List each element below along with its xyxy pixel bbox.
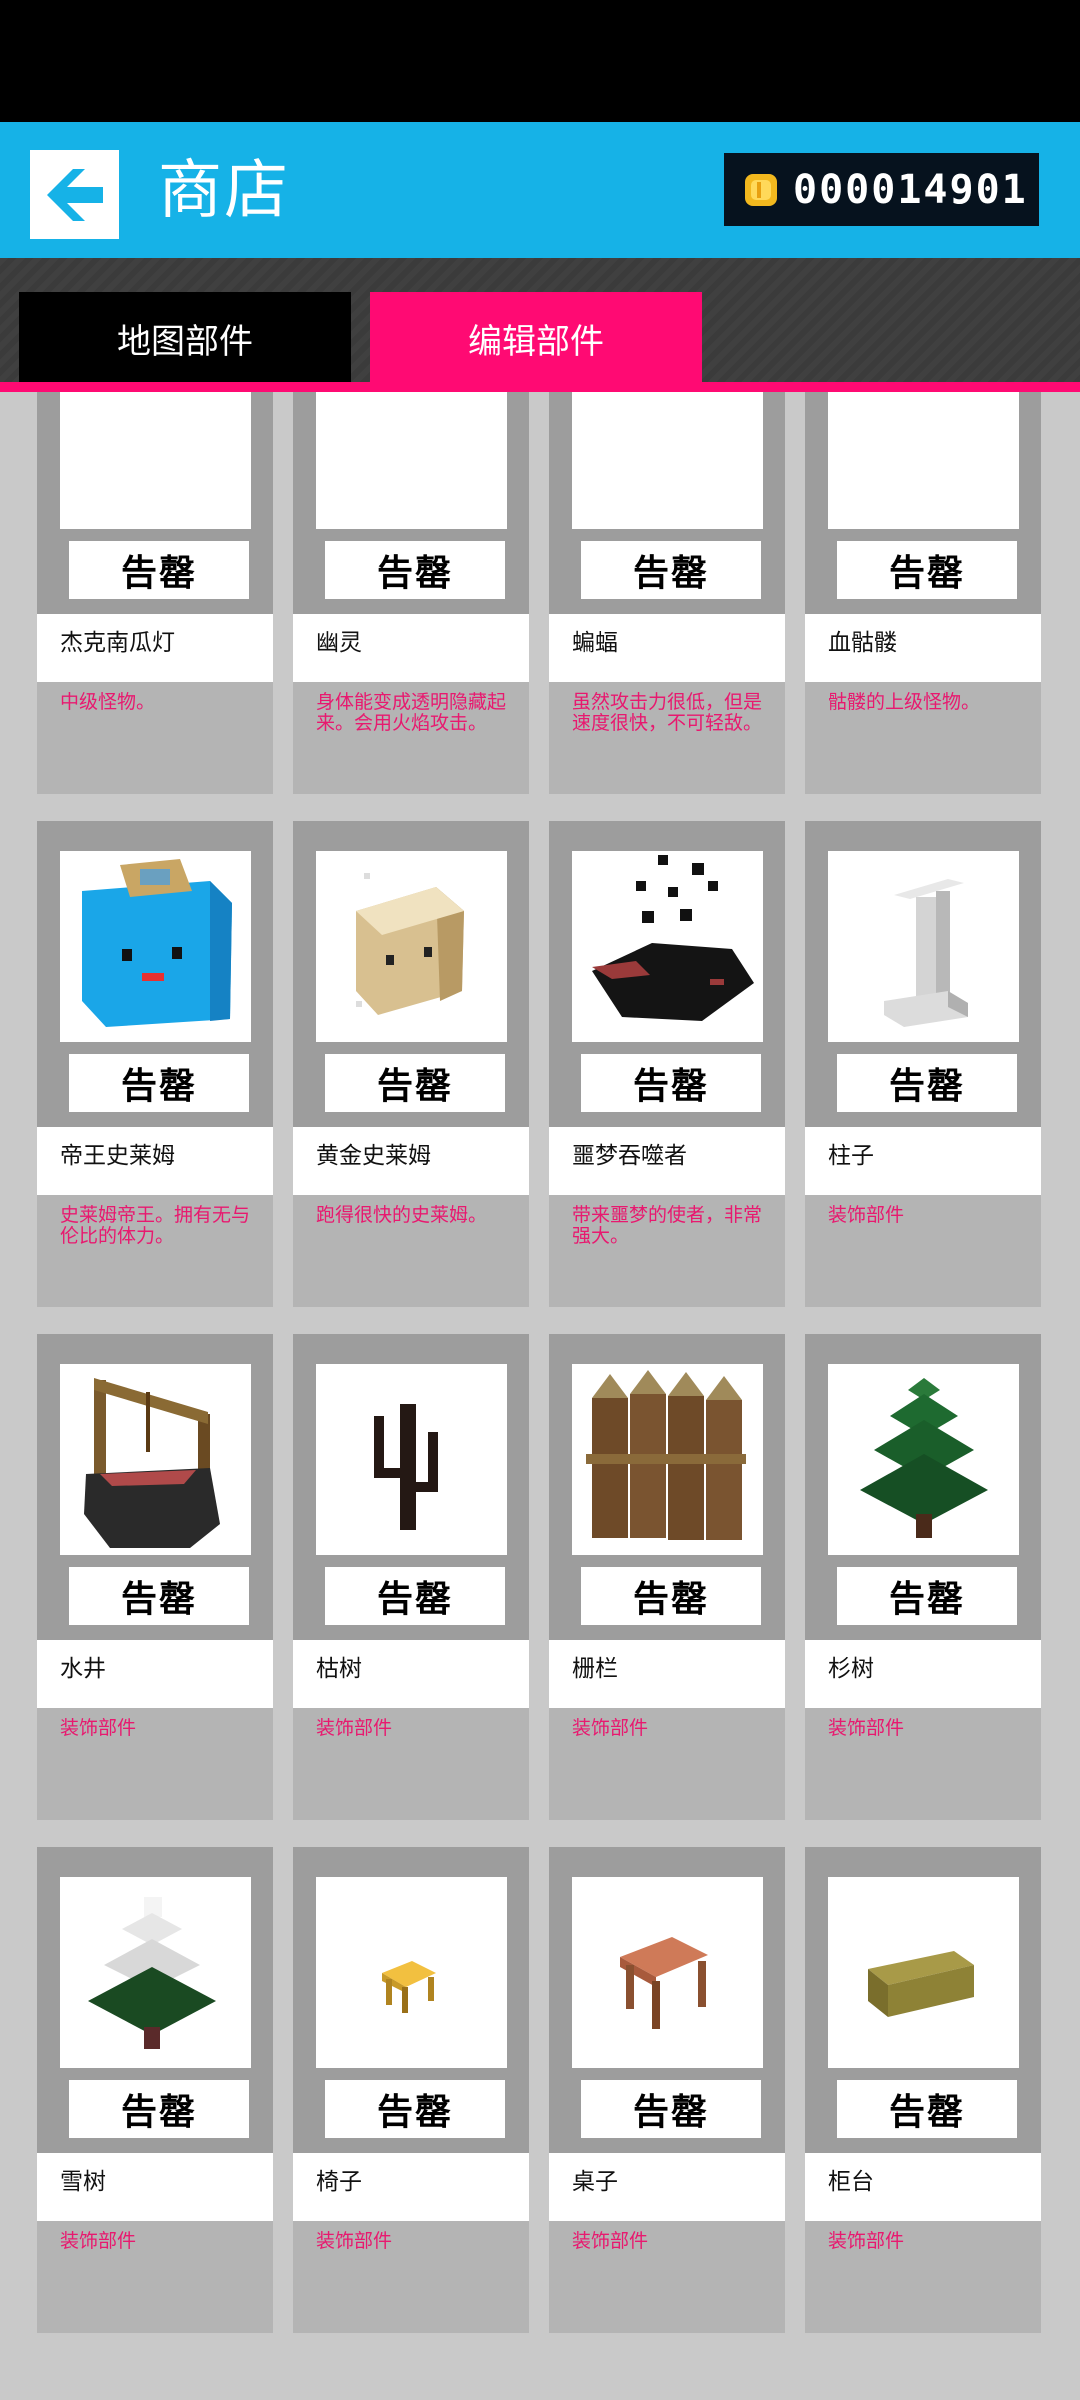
tab-edit-parts[interactable]: 编辑部件 [370, 292, 702, 384]
sold-out-button[interactable]: 告罄 [69, 1054, 249, 1112]
item-grid: 告罄 杰克南瓜灯 中级怪物。 告罄 幽灵 身体能变成透明隐藏起来。会用火焰攻击。… [37, 392, 1041, 2333]
item-name: 椅子 [316, 2169, 362, 2195]
sold-out-button[interactable]: 告罄 [581, 2080, 761, 2138]
sold-out-button[interactable]: 告罄 [837, 1054, 1017, 1112]
tab-bar: 地图部件 编辑部件 [0, 258, 1080, 392]
item-name: 帝王史莱姆 [60, 1143, 175, 1169]
tab-underline [0, 382, 1080, 392]
item-description: 虽然攻击力很低，但是速度很快，不可轻敌。 [572, 691, 763, 734]
coin-amount: 000014901 [793, 166, 1028, 213]
dead-tree-icon [374, 1404, 438, 1530]
page-title: 商店 [158, 154, 290, 228]
sold-out-button[interactable]: 告罄 [69, 2080, 249, 2138]
item-card[interactable]: 告罄 帝王史莱姆 史莱姆帝王。拥有无与伦比的体力。 [37, 821, 273, 1307]
coin-balance: 000014901 [724, 153, 1039, 226]
item-name: 杉树 [828, 1656, 874, 1682]
sold-out-button[interactable]: 告罄 [837, 2080, 1017, 2138]
item-name: 蝙蝠 [572, 630, 618, 656]
back-button[interactable] [30, 150, 119, 239]
sold-out-button[interactable]: 告罄 [325, 2080, 505, 2138]
item-description: 史莱姆帝王。拥有无与伦比的体力。 [60, 1204, 251, 1247]
item-card[interactable]: 告罄 蝙蝠 虽然攻击力很低，但是速度很快，不可轻敌。 [549, 392, 785, 794]
item-card[interactable]: 告罄 栅栏 装饰部件 [549, 1334, 785, 1820]
snow-tree-icon [88, 1897, 216, 2049]
item-description: 装饰部件 [60, 2230, 137, 2252]
nightmare-eater-icon [592, 855, 754, 1021]
item-card[interactable]: 告罄 柜台 装饰部件 [805, 1847, 1041, 2333]
item-card[interactable]: 告罄 枯树 装饰部件 [293, 1334, 529, 1820]
counter-icon [868, 1951, 974, 2017]
item-description: 装饰部件 [572, 1717, 649, 1739]
sold-out-button[interactable]: 告罄 [581, 1567, 761, 1625]
golden-slime-icon [356, 873, 464, 1015]
item-description: 跑得很快的史莱姆。 [316, 1204, 488, 1226]
sold-out-button[interactable]: 告罄 [69, 1567, 249, 1625]
item-name: 桌子 [572, 2169, 618, 2195]
status-bar [0, 0, 1080, 122]
item-card[interactable]: 告罄 水井 装饰部件 [37, 1334, 273, 1820]
pillar-icon [884, 879, 968, 1027]
blood-skeleton-icon [828, 392, 1019, 529]
item-card[interactable]: 告罄 雪树 装饰部件 [37, 1847, 273, 2333]
item-card[interactable]: 告罄 幽灵 身体能变成透明隐藏起来。会用火焰攻击。 [293, 392, 529, 794]
item-card[interactable]: 告罄 杰克南瓜灯 中级怪物。 [37, 392, 273, 794]
shop-item-list[interactable]: 告罄 杰克南瓜灯 中级怪物。 告罄 幽灵 身体能变成透明隐藏起来。会用火焰攻击。… [0, 392, 1080, 2400]
sold-out-button[interactable]: 告罄 [69, 541, 249, 599]
sold-out-button[interactable]: 告罄 [325, 1567, 505, 1625]
item-description: 装饰部件 [828, 1204, 905, 1226]
item-card[interactable]: 告罄 柱子 装饰部件 [805, 821, 1041, 1307]
item-description: 身体能变成透明隐藏起来。会用火焰攻击。 [316, 691, 507, 734]
well-icon [84, 1378, 220, 1548]
item-description: 装饰部件 [316, 1717, 393, 1739]
item-description: 装饰部件 [828, 1717, 905, 1739]
item-description: 带来噩梦的使者，非常强大。 [572, 1204, 763, 1247]
sold-out-button[interactable]: 告罄 [325, 1054, 505, 1112]
header-bar: 商店 000014901 [0, 122, 1080, 258]
item-card[interactable]: 告罄 噩梦吞噬者 带来噩梦的使者，非常强大。 [549, 821, 785, 1307]
ghost-icon [316, 392, 507, 529]
chair-icon [382, 1961, 436, 2013]
item-name: 柜台 [828, 2169, 874, 2195]
bat-icon [572, 392, 763, 529]
item-card[interactable]: 告罄 黄金史莱姆 跑得很快的史莱姆。 [293, 821, 529, 1307]
sold-out-button[interactable]: 告罄 [325, 541, 505, 599]
item-name: 栅栏 [572, 1656, 618, 1682]
item-card[interactable]: 告罄 血骷髅 骷髅的上级怪物。 [805, 392, 1041, 794]
item-name: 杰克南瓜灯 [60, 630, 175, 656]
item-name: 枯树 [316, 1656, 362, 1682]
back-arrow-icon [46, 168, 103, 221]
item-description: 装饰部件 [60, 1717, 137, 1739]
table-icon [620, 1937, 708, 2029]
item-name: 幽灵 [316, 630, 362, 656]
fir-tree-icon [860, 1378, 988, 1538]
item-name: 雪树 [60, 2169, 106, 2195]
sold-out-button[interactable]: 告罄 [837, 541, 1017, 599]
item-description: 装饰部件 [316, 2230, 393, 2252]
item-description: 装饰部件 [828, 2230, 905, 2252]
item-description: 装饰部件 [572, 2230, 649, 2252]
item-name: 噩梦吞噬者 [572, 1143, 687, 1169]
item-card[interactable]: 告罄 椅子 装饰部件 [293, 1847, 529, 2333]
pumpkin-lantern-icon [60, 392, 251, 529]
sold-out-button[interactable]: 告罄 [837, 1567, 1017, 1625]
tab-map-parts[interactable]: 地图部件 [19, 292, 351, 384]
sold-out-button[interactable]: 告罄 [581, 541, 761, 599]
item-name: 柱子 [828, 1143, 874, 1169]
item-name: 黄金史莱姆 [316, 1143, 431, 1169]
coin-icon [745, 173, 777, 206]
item-name: 血骷髅 [828, 630, 897, 656]
fence-icon [586, 1370, 746, 1540]
item-description: 中级怪物。 [60, 691, 156, 713]
item-card[interactable]: 告罄 桌子 装饰部件 [549, 1847, 785, 2333]
sold-out-button[interactable]: 告罄 [581, 1054, 761, 1112]
item-description: 骷髅的上级怪物。 [828, 691, 981, 713]
item-card[interactable]: 告罄 杉树 装饰部件 [805, 1334, 1041, 1820]
king-slime-icon [82, 859, 232, 1027]
item-name: 水井 [60, 1656, 106, 1682]
